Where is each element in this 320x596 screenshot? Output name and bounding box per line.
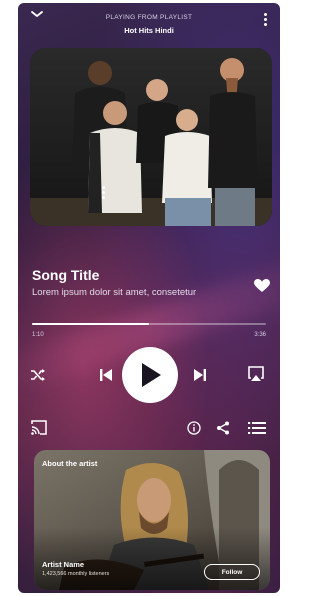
band-photo (30, 48, 272, 226)
song-title: Song Title (32, 267, 100, 283)
queue-list-icon[interactable] (248, 421, 266, 435)
artist-listeners: 1,423,566 monthly listeners (42, 571, 110, 577)
elapsed-time: 1:10 (32, 332, 44, 338)
progress-bar[interactable] (32, 323, 266, 325)
info-icon[interactable] (187, 421, 201, 435)
cast-icon[interactable] (31, 420, 47, 435)
song-subtitle: Lorem ipsum dolor sit amet, consetetur (32, 287, 197, 298)
about-artist-card[interactable]: About the artist Artist Name 1,423,566 m… (34, 450, 270, 590)
playlist-name[interactable]: Hot Hits Hindi (18, 26, 280, 35)
cover-more-icon[interactable] (102, 186, 106, 200)
skip-previous-icon[interactable] (98, 367, 114, 383)
player-screen: PLAYING FROM PLAYLIST Hot Hits Hindi Son… (18, 3, 280, 593)
play-button[interactable] (122, 347, 178, 403)
more-vertical-icon[interactable] (264, 13, 268, 27)
top-bar: PLAYING FROM PLAYLIST Hot Hits Hindi (18, 3, 280, 43)
progress-fill (32, 323, 149, 325)
about-artist-label: About the artist (42, 459, 98, 468)
playing-from-label: PLAYING FROM PLAYLIST (105, 14, 193, 21)
follow-button[interactable]: Follow (204, 564, 260, 580)
artist-name: Artist Name (42, 560, 85, 569)
skip-next-icon[interactable] (192, 367, 208, 383)
heart-icon[interactable] (254, 279, 270, 293)
total-time: 3:36 (254, 332, 266, 338)
shuffle-icon[interactable] (30, 367, 46, 383)
airplay-icon[interactable] (247, 365, 265, 383)
share-icon[interactable] (216, 421, 230, 435)
play-icon (142, 363, 161, 387)
album-cover (30, 48, 272, 226)
